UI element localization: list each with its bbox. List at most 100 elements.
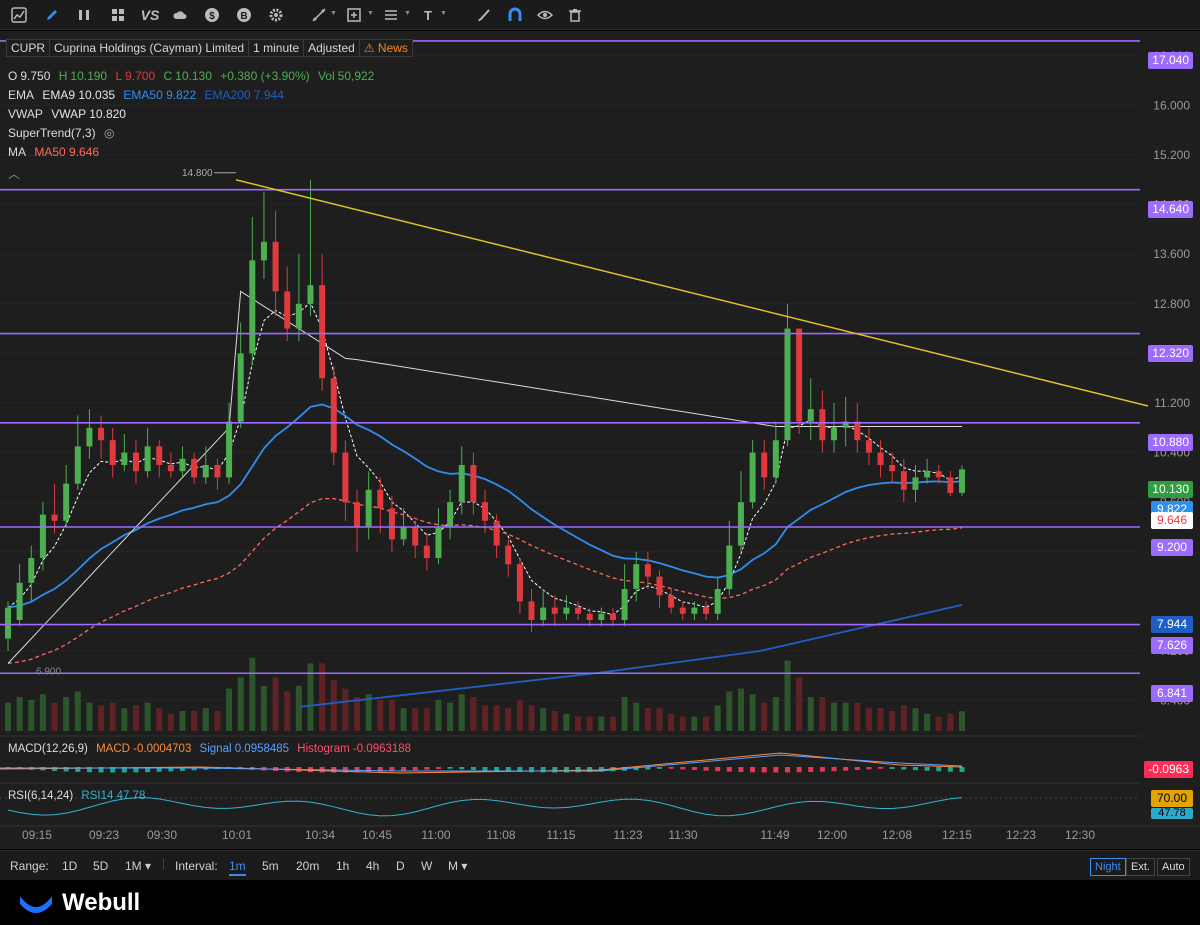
chevron-down-icon[interactable]: ▼ <box>404 10 412 18</box>
time-tick-label: 11:30 <box>668 828 697 842</box>
volume-bar <box>772 697 779 731</box>
macd-histogram-bar <box>761 767 767 773</box>
compare-icon[interactable]: VS <box>139 6 161 24</box>
interval-1h[interactable]: 1h <box>336 859 349 873</box>
text-tool-icon[interactable] <box>345 6 363 24</box>
candle-body <box>551 607 558 614</box>
volume-bar <box>284 691 291 731</box>
rsi-legend[interactable]: RSI(6,14,24) RSI14 47.78 <box>8 790 150 802</box>
volume-bar <box>435 699 442 731</box>
low-label: L <box>115 69 123 83</box>
macd-histogram-bar <box>959 767 965 773</box>
eye-icon[interactable] <box>536 6 554 24</box>
interval-label[interactable]: 1 minute <box>248 39 305 57</box>
gear-icon[interactable] <box>267 6 285 24</box>
ma-label: MA <box>8 145 26 159</box>
interval-m[interactable]: M ▾ <box>448 859 467 873</box>
candle-body <box>470 465 477 503</box>
volume-bar <box>737 688 744 731</box>
draw-pencil-icon[interactable] <box>43 6 61 24</box>
vwap-label: VWAP <box>8 107 43 121</box>
macd-histogram-bar <box>563 767 569 773</box>
bars-icon[interactable] <box>75 6 93 24</box>
session-auto[interactable]: Auto <box>1157 858 1190 876</box>
volume-bar <box>28 699 35 731</box>
price-tag-level: 9.200 <box>1151 539 1193 556</box>
price-chart[interactable]: 14.8006.900 16.80016.00015.20014.40013.6… <box>0 31 1200 849</box>
collapse-chevron-icon[interactable]: ︿ <box>8 165 20 182</box>
low-value: 9.700 <box>125 69 156 83</box>
macd-histogram-bar <box>552 767 558 773</box>
adjust-label[interactable]: Adjusted <box>303 39 360 57</box>
news-button[interactable]: ⚠ News <box>358 39 413 57</box>
volume-bar <box>831 702 838 731</box>
lines-tool-icon[interactable] <box>382 6 400 24</box>
macd-legend[interactable]: MACD(12,26,9) MACD -0.0004703 Signal 0.0… <box>8 743 416 755</box>
svg-text:B: B <box>240 11 247 22</box>
macd-histogram-bar <box>470 767 476 770</box>
macd-histogram-bar <box>738 767 744 773</box>
interval-20m[interactable]: 20m <box>296 859 319 873</box>
volume-bar <box>482 705 488 731</box>
weather-cloud-icon[interactable] <box>171 6 189 24</box>
time-tick-label: 12:08 <box>882 828 912 842</box>
volume-bar <box>74 691 81 731</box>
trash-icon[interactable] <box>566 6 584 24</box>
price-tick-label: 11.200 <box>1154 396 1190 410</box>
volume-bar <box>39 694 46 731</box>
volume-bar <box>516 699 523 731</box>
volume-bar <box>493 705 500 731</box>
brush-icon[interactable] <box>476 6 494 24</box>
hidden-eye-icon[interactable]: ◎ <box>104 126 114 140</box>
range-1d[interactable]: 1D <box>62 859 77 873</box>
candle-body <box>959 469 965 493</box>
volume-bar <box>86 702 93 731</box>
close-label: C <box>163 69 173 83</box>
interval-w[interactable]: W <box>421 859 432 873</box>
volume-bar <box>144 702 151 731</box>
ticker-label[interactable]: CUPR <box>6 39 51 57</box>
bitcoin-icon[interactable]: B <box>235 6 253 24</box>
macd-histogram-bar <box>808 767 814 773</box>
chevron-down-icon[interactable]: ▼ <box>330 10 338 18</box>
chart-type-icon[interactable] <box>10 6 28 24</box>
ema-legend[interactable]: EMA EMA9 10.035 EMA50 9.822 EMA200 7.944 <box>8 88 289 102</box>
session-ext[interactable]: Ext. <box>1126 858 1155 876</box>
ma-legend[interactable]: MA MA50 9.646 <box>8 145 104 159</box>
range-5d[interactable]: 5D <box>93 859 108 873</box>
interval-label-bottom: Interval: <box>175 859 218 873</box>
interval-4h[interactable]: 4h <box>366 859 379 873</box>
vwap-legend[interactable]: VWAP VWAP 10.820 <box>8 107 131 121</box>
candle-body <box>307 285 314 304</box>
candle-body <box>877 452 884 465</box>
interval-5m[interactable]: 5m <box>262 859 279 873</box>
time-tick-label: 11:08 <box>486 828 515 842</box>
chart-area[interactable]: 14.8006.900 16.80016.00015.20014.40013.6… <box>0 31 1200 849</box>
font-tool-icon[interactable]: T <box>420 6 438 24</box>
vwap-value: VWAP 10.820 <box>51 107 126 121</box>
candle-body <box>16 582 23 620</box>
trendline-icon[interactable] <box>310 6 328 24</box>
time-tick-label: 09:15 <box>22 828 52 842</box>
candle-body <box>609 613 616 620</box>
volume-bar <box>691 716 698 731</box>
volume-bar <box>295 685 302 731</box>
range-1m[interactable]: 1M ▾ <box>125 859 151 873</box>
layout-grid-icon[interactable] <box>109 6 127 24</box>
candle-body <box>28 558 35 583</box>
supertrend-legend[interactable]: SuperTrend(7,3) ◎ <box>8 126 119 140</box>
news-label: News <box>377 41 408 55</box>
candle-body <box>633 564 640 589</box>
dollar-icon[interactable]: $ <box>203 6 221 24</box>
session-night[interactable]: Night <box>1090 858 1126 876</box>
interval-d[interactable]: D <box>396 859 405 873</box>
interval-1m[interactable]: 1m <box>229 859 246 876</box>
chevron-down-icon[interactable]: ▼ <box>367 10 375 18</box>
time-tick-label: 11:49 <box>760 828 789 842</box>
price-tag-level: 10.880 <box>1148 434 1193 451</box>
candle-body <box>354 502 361 527</box>
magnet-icon[interactable] <box>506 6 524 24</box>
chevron-down-icon[interactable]: ▼ <box>440 10 448 18</box>
candle-body <box>807 409 814 422</box>
volume-bar <box>179 711 186 731</box>
